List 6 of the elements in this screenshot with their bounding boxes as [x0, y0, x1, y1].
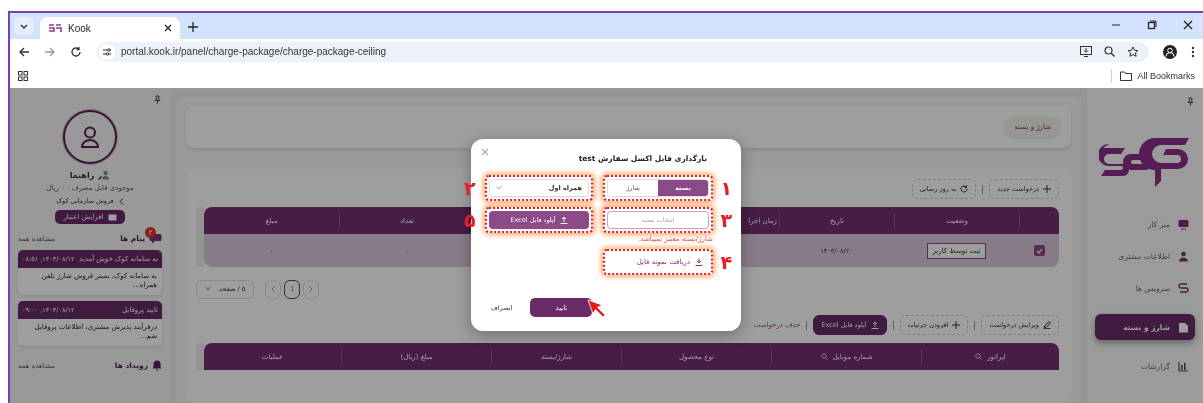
tab-title: Kook: [68, 22, 92, 34]
url-text: portal.kook.ir/panel/charge-package/charge-package-ceiling: [121, 46, 387, 57]
annotation-number: ۴: [720, 252, 732, 272]
annotation-number: ۱: [720, 178, 732, 198]
user-name: راهنما: [69, 170, 95, 180]
annotation-number: ۳: [720, 210, 732, 230]
